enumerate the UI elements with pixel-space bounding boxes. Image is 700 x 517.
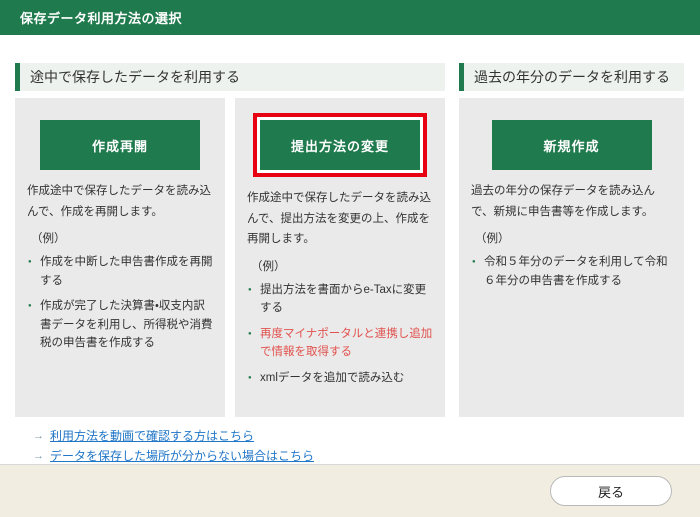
new-creation-button[interactable]: 新規作成	[492, 120, 652, 170]
example-label: （例）	[27, 230, 213, 246]
link-row: → 利用方法を動画で確認する方はこちら	[33, 427, 445, 444]
list-item: xmlデータを追加で読み込む	[247, 369, 433, 387]
lost-data-help-link[interactable]: データを保存した場所が分からない場合はこちら	[50, 447, 314, 464]
list-item: 令和５年分のデータを利用して令和６年分の申告書を作成する	[471, 253, 672, 290]
section-heading-right: 過去の年分のデータを利用する	[459, 63, 684, 91]
change-method-button[interactable]: 提出方法の変更	[260, 120, 420, 170]
arrow-icon: →	[33, 450, 44, 462]
example-list: 作成を中断した申告書作成を再開する 作成が完了した決算書・収支内訳書データを利用…	[27, 253, 213, 352]
video-help-link[interactable]: 利用方法を動画で確認する方はこちら	[50, 427, 254, 444]
arrow-icon: →	[33, 430, 44, 442]
card-change-method: 提出方法の変更 作成途中で保存したデータを読み込んで、提出方法を変更の上、作成を…	[235, 98, 445, 417]
right-cards: 新規作成 過去の年分の保存データを読み込んで、新規に申告書等を作成します。 （例…	[459, 98, 684, 417]
card-description: 作成途中で保存したデータを読み込んで、作成を再開します。	[27, 181, 213, 222]
list-item: 提出方法を書面からe-Taxに変更する	[247, 281, 433, 318]
example-list: 令和５年分のデータを利用して令和６年分の申告書を作成する	[471, 253, 672, 290]
page: 保存データ利用方法の選択 途中で保存したデータを利用する 作成再開 作成途中で保…	[0, 0, 700, 516]
example-label: （例）	[471, 230, 672, 246]
left-cards: 作成再開 作成途中で保存したデータを読み込んで、作成を再開します。 （例） 作成…	[15, 98, 445, 417]
section-saved-data: 途中で保存したデータを利用する 作成再開 作成途中で保存したデータを読み込んで、…	[15, 63, 445, 464]
section-heading-left: 途中で保存したデータを利用する	[15, 63, 445, 91]
card-resume: 作成再開 作成途中で保存したデータを読み込んで、作成を再開します。 （例） 作成…	[15, 98, 225, 417]
list-item: 作成が完了した決算書・収支内訳書データを利用し、所得税や消費税の申告書を作成する	[27, 297, 213, 352]
page-header: 保存データ利用方法の選択	[0, 0, 700, 35]
highlight-red-frame: 提出方法の変更	[253, 113, 427, 177]
section-past-years: 過去の年分のデータを利用する 新規作成 過去の年分の保存データを読み込んで、新規…	[459, 63, 684, 464]
list-item: 作成を中断した申告書作成を再開する	[27, 253, 213, 290]
card-new-creation: 新規作成 過去の年分の保存データを読み込んで、新規に申告書等を作成します。 （例…	[459, 98, 684, 417]
main-content: 途中で保存したデータを利用する 作成再開 作成途中で保存したデータを読み込んで、…	[0, 35, 700, 464]
list-item-red: 再度マイナポータルと連携し追加で情報を取得する	[247, 325, 433, 362]
back-button[interactable]: 戻る	[550, 476, 672, 506]
help-links: → 利用方法を動画で確認する方はこちら → データを保存した場所が分からない場合…	[33, 427, 445, 464]
resume-button[interactable]: 作成再開	[40, 120, 200, 170]
footer-bar: 戻る	[0, 464, 700, 517]
example-label: （例）	[247, 258, 433, 274]
card-description: 過去の年分の保存データを読み込んで、新規に申告書等を作成します。	[471, 181, 672, 222]
link-row: → データを保存した場所が分からない場合はこちら	[33, 447, 445, 464]
page-title: 保存データ利用方法の選択	[20, 8, 182, 27]
example-list: 提出方法を書面からe-Taxに変更する 再度マイナポータルと連携し追加で情報を取…	[247, 281, 433, 387]
card-description: 作成途中で保存したデータを読み込んで、提出方法を変更の上、作成を再開します。	[247, 188, 433, 250]
